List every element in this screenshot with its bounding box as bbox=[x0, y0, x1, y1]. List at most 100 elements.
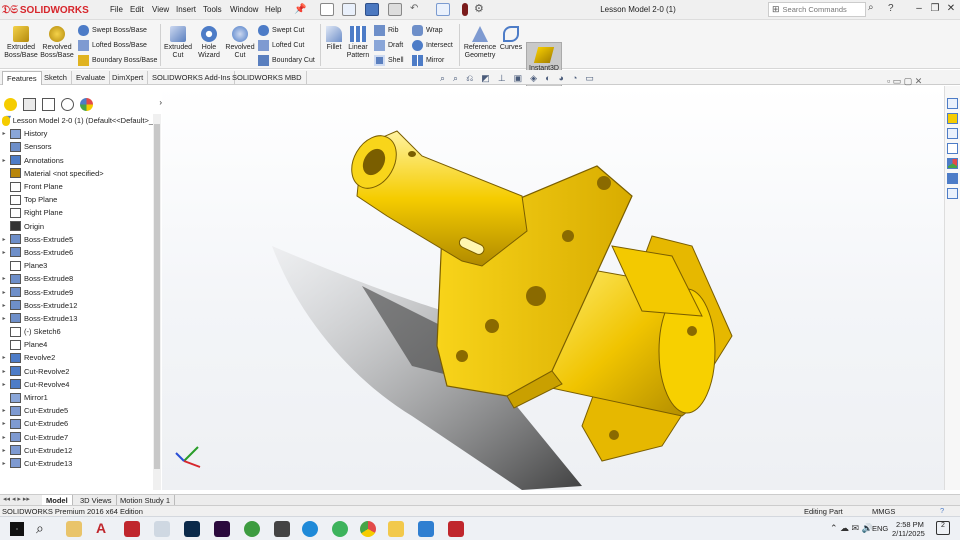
tab-features[interactable]: Features bbox=[2, 71, 42, 85]
status-units[interactable]: MMGS bbox=[872, 507, 895, 516]
expand-arrow-icon[interactable]: ▸ bbox=[0, 275, 8, 282]
search-icon[interactable]: ⌕ bbox=[868, 2, 874, 13]
zoom-to-area-icon[interactable]: ⌕ bbox=[453, 73, 458, 84]
expand-arrow-icon[interactable]: ▸ bbox=[0, 302, 8, 309]
expand-arrow-icon[interactable]: ▸ bbox=[0, 236, 8, 243]
graphics-area[interactable]: ▫ ▭ ▢ ✕ bbox=[162, 76, 944, 490]
property-manager-icon[interactable] bbox=[23, 97, 36, 111]
menu-help[interactable]: Help bbox=[265, 5, 281, 14]
search-commands-field[interactable]: ⊞ Search Commands bbox=[768, 2, 866, 17]
feature-manager-icon[interactable] bbox=[4, 97, 17, 111]
zoom-to-fit-icon[interactable]: ⌕ bbox=[440, 73, 445, 84]
tree-item[interactable]: ▸ Cut-Extrude6 bbox=[0, 417, 153, 430]
viewport-window-controls[interactable]: ▫ ▭ ▢ ✕ bbox=[887, 76, 922, 87]
tree-item[interactable]: ▸ Cut-Extrude5 bbox=[0, 404, 153, 417]
expand-arrow-icon[interactable]: ▸ bbox=[0, 447, 8, 454]
expand-arrow-icon[interactable]: ▸ bbox=[0, 460, 8, 467]
tree-item[interactable]: Mirror1 bbox=[0, 391, 153, 404]
view-settings-icon[interactable]: ▭ bbox=[585, 73, 594, 84]
custom-properties-icon[interactable] bbox=[947, 173, 958, 184]
tree-item[interactable]: ▸ History bbox=[0, 127, 153, 140]
tree-item[interactable]: ▸ Boss-Extrude12 bbox=[0, 299, 153, 312]
tree-item[interactable]: Sensors bbox=[0, 140, 153, 153]
expand-arrow-icon[interactable]: ▸ bbox=[0, 289, 8, 296]
save-icon[interactable] bbox=[365, 3, 379, 16]
expand-arrow-icon[interactable]: ▸ bbox=[0, 130, 8, 137]
hide-show-icon[interactable]: ◐ bbox=[545, 73, 550, 84]
dynamic-annotation-icon[interactable]: ⊥ bbox=[498, 73, 506, 84]
tree-item[interactable]: Origin bbox=[0, 220, 153, 233]
revolved-cut-button[interactable]: Revolved Cut bbox=[225, 26, 255, 60]
tree-item[interactable]: Plane4 bbox=[0, 338, 153, 351]
expand-arrow-icon[interactable]: ▸ bbox=[0, 315, 8, 322]
forum-icon[interactable] bbox=[947, 188, 958, 199]
app-icon-green[interactable] bbox=[244, 521, 260, 537]
tree-item[interactable]: ▸ Annotations bbox=[0, 154, 153, 167]
scrollbar-thumb[interactable] bbox=[154, 124, 160, 469]
search-taskbar-icon[interactable]: ⌕ bbox=[36, 520, 44, 537]
mirror-button[interactable]: Mirror bbox=[412, 53, 444, 67]
close-icon[interactable]: ✕ bbox=[944, 3, 958, 14]
app-icon-acrobat[interactable]: A bbox=[96, 520, 106, 536]
shell-button[interactable]: Shell bbox=[374, 53, 404, 67]
tree-item[interactable]: ▸ Cut-Revolve2 bbox=[0, 365, 153, 378]
app-icon-explorer[interactable] bbox=[388, 521, 404, 537]
linear-pattern-button[interactable]: Linear Pattern bbox=[346, 26, 370, 60]
pin-icon[interactable]: 📌 bbox=[294, 4, 306, 15]
resources-icon[interactable] bbox=[947, 98, 958, 109]
options-gear-icon[interactable]: ⚙ bbox=[474, 2, 484, 15]
previous-view-icon[interactable]: ⎌ bbox=[466, 73, 473, 84]
restore-icon[interactable]: ❐ bbox=[928, 3, 942, 14]
app-icon-paint[interactable] bbox=[66, 521, 82, 537]
edit-appearance-icon[interactable]: ◕ bbox=[559, 73, 564, 84]
intersect-button[interactable]: Intersect bbox=[412, 38, 453, 52]
menu-window[interactable]: Window bbox=[230, 5, 258, 14]
rib-button[interactable]: Rib bbox=[374, 23, 399, 37]
tab-solidworks-addins[interactable]: SOLIDWORKS Add-Ins bbox=[148, 71, 236, 85]
tray-icons[interactable]: ⌃ ☁ ✉ 🔊 bbox=[830, 523, 873, 534]
expand-arrow-icon[interactable]: ▸ bbox=[0, 368, 8, 375]
tree-item[interactable]: ▸ Cut-Extrude12 bbox=[0, 444, 153, 457]
fillet-button[interactable]: Fillet bbox=[323, 26, 345, 52]
menu-view[interactable]: View bbox=[152, 5, 169, 14]
app-icon-solidworks-active[interactable] bbox=[448, 521, 464, 537]
app-icon-calculator[interactable] bbox=[274, 521, 290, 537]
tree-scrollbar[interactable] bbox=[153, 114, 161, 490]
help-icon[interactable]: ? bbox=[888, 3, 894, 14]
design-library-icon[interactable] bbox=[947, 113, 958, 124]
solidworks-logo[interactable]: 𝔇𝔖 SOLIDWORKS bbox=[2, 3, 89, 17]
apply-scene-icon[interactable]: ◔ bbox=[572, 73, 577, 84]
dimxpert-manager-icon[interactable] bbox=[61, 97, 74, 111]
tree-item[interactable]: Top Plane bbox=[0, 193, 153, 206]
undo-icon[interactable]: ↶ bbox=[410, 3, 418, 14]
tab-dimxpert[interactable]: DimXpert bbox=[108, 71, 149, 85]
hole-wizard-button[interactable]: Hole Wizard bbox=[195, 26, 223, 60]
expand-arrow-icon[interactable]: ▸ bbox=[0, 157, 8, 164]
menu-insert[interactable]: Insert bbox=[176, 5, 196, 14]
menu-file[interactable]: File bbox=[110, 5, 123, 14]
open-icon[interactable] bbox=[342, 3, 356, 16]
app-icon-chrome[interactable] bbox=[360, 521, 376, 537]
app-icon-solidworks[interactable] bbox=[124, 521, 140, 537]
tree-item[interactable]: Right Plane bbox=[0, 206, 153, 219]
display-style-icon[interactable]: ◈ bbox=[530, 73, 537, 84]
tree-item[interactable]: Material <not specified> bbox=[0, 167, 153, 180]
traffic-light-icon[interactable] bbox=[462, 3, 468, 16]
tree-item[interactable]: Plane3 bbox=[0, 259, 153, 272]
tab-sketch[interactable]: Sketch bbox=[40, 71, 72, 85]
minimize-icon[interactable]: – bbox=[912, 3, 926, 14]
tab-evaluate[interactable]: Evaluate bbox=[72, 71, 111, 85]
tree-item[interactable]: ▸ Boss-Extrude9 bbox=[0, 285, 153, 298]
tree-item[interactable]: ▸ Boss-Extrude8 bbox=[0, 272, 153, 285]
reference-geometry-button[interactable]: Reference Geometry bbox=[462, 26, 498, 60]
extruded-boss-button[interactable]: Extruded Boss/Base bbox=[4, 26, 38, 60]
tree-item[interactable]: ▸ Boss-Extrude6 bbox=[0, 246, 153, 259]
curves-button[interactable]: Curves bbox=[499, 26, 523, 52]
tree-item[interactable]: (-) Sketch6 bbox=[0, 325, 153, 338]
tree-item[interactable]: ▸ Cut-Revolve4 bbox=[0, 378, 153, 391]
section-view-icon[interactable]: ◩ bbox=[481, 73, 490, 84]
boundary-boss-button[interactable]: Boundary Boss/Base bbox=[78, 53, 157, 67]
expand-arrow-icon[interactable]: ▸ bbox=[0, 354, 8, 361]
file-explorer-icon[interactable] bbox=[947, 128, 958, 139]
lofted-boss-button[interactable]: Lofted Boss/Base bbox=[78, 38, 147, 52]
